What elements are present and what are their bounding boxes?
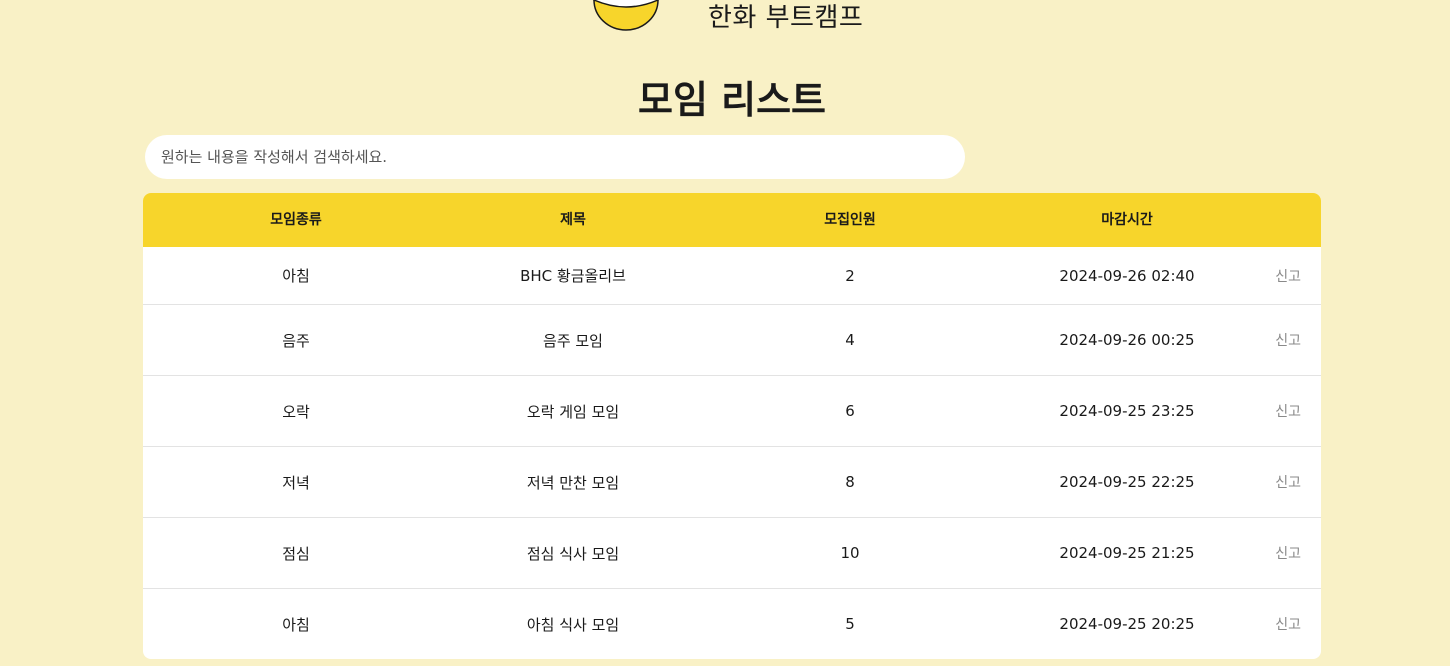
cell-count: 8 <box>845 473 855 491</box>
table-row[interactable]: 아침 아침 식사 모임 5 2024-09-25 20:25 신고 <box>143 588 1321 659</box>
column-header-deadline: 마감시간 <box>1101 212 1153 228</box>
column-header-title: 제목 <box>560 212 586 228</box>
cell-count: 4 <box>845 331 855 349</box>
table-row[interactable]: 오락 오락 게임 모임 6 2024-09-25 23:25 신고 <box>143 375 1321 446</box>
cell-type: 오락 <box>282 402 310 421</box>
table-row[interactable]: 아침 BHC 황금올리브 2 2024-09-26 02:40 신고 <box>143 247 1321 304</box>
page-title: 모임 리스트 <box>637 78 827 122</box>
bowl-logo-icon[interactable] <box>590 0 662 52</box>
cell-type: 아침 <box>282 267 310 285</box>
page: 한화 부트캠프 모임 리스트 모임종류 제목 모집인원 마감시간 아침 BHC … <box>0 0 1450 666</box>
cell-type: 아침 <box>282 615 310 634</box>
cell-deadline: 2024-09-25 21:25 <box>1059 544 1195 562</box>
table-row[interactable]: 음주 음주 모임 4 2024-09-26 00:25 신고 <box>143 304 1321 375</box>
column-header-count: 모집인원 <box>824 212 876 228</box>
search-input[interactable] <box>145 135 965 179</box>
report-button[interactable]: 신고 <box>1275 376 1301 446</box>
report-button[interactable]: 신고 <box>1275 447 1301 517</box>
cell-title: 아침 식사 모임 <box>526 615 620 634</box>
report-button[interactable]: 신고 <box>1275 247 1301 304</box>
cell-title: 오락 게임 모임 <box>526 402 620 421</box>
report-button[interactable]: 신고 <box>1275 305 1301 375</box>
table-header: 모임종류 제목 모집인원 마감시간 <box>143 193 1321 247</box>
table-row[interactable]: 점심 점심 식사 모임 10 2024-09-25 21:25 신고 <box>143 517 1321 588</box>
cell-type: 저녁 <box>282 473 310 492</box>
meeting-table: 모임종류 제목 모집인원 마감시간 아침 BHC 황금올리브 2 2024-09… <box>143 193 1321 659</box>
report-button[interactable]: 신고 <box>1275 589 1301 659</box>
cell-deadline: 2024-09-26 00:25 <box>1059 331 1195 349</box>
cell-count: 5 <box>845 615 855 633</box>
cell-title: 음주 모임 <box>543 331 603 350</box>
cell-count: 6 <box>845 402 855 420</box>
cell-title: 저녁 만찬 모임 <box>526 473 620 492</box>
cell-title: 점심 식사 모임 <box>526 544 620 563</box>
brand-title[interactable]: 한화 부트캠프 <box>708 2 863 34</box>
table-row[interactable]: 저녁 저녁 만찬 모임 8 2024-09-25 22:25 신고 <box>143 446 1321 517</box>
cell-deadline: 2024-09-26 02:40 <box>1059 266 1195 285</box>
cell-type: 음주 <box>282 331 310 350</box>
cell-type: 점심 <box>282 544 310 563</box>
cell-deadline: 2024-09-25 22:25 <box>1059 473 1195 491</box>
report-button[interactable]: 신고 <box>1275 518 1301 588</box>
cell-count: 10 <box>840 544 860 562</box>
cell-deadline: 2024-09-25 23:25 <box>1059 402 1195 420</box>
cell-count: 2 <box>845 266 855 285</box>
column-header-type: 모임종류 <box>270 212 322 228</box>
cell-deadline: 2024-09-25 20:25 <box>1059 615 1195 633</box>
cell-title: BHC 황금올리브 <box>520 267 626 285</box>
